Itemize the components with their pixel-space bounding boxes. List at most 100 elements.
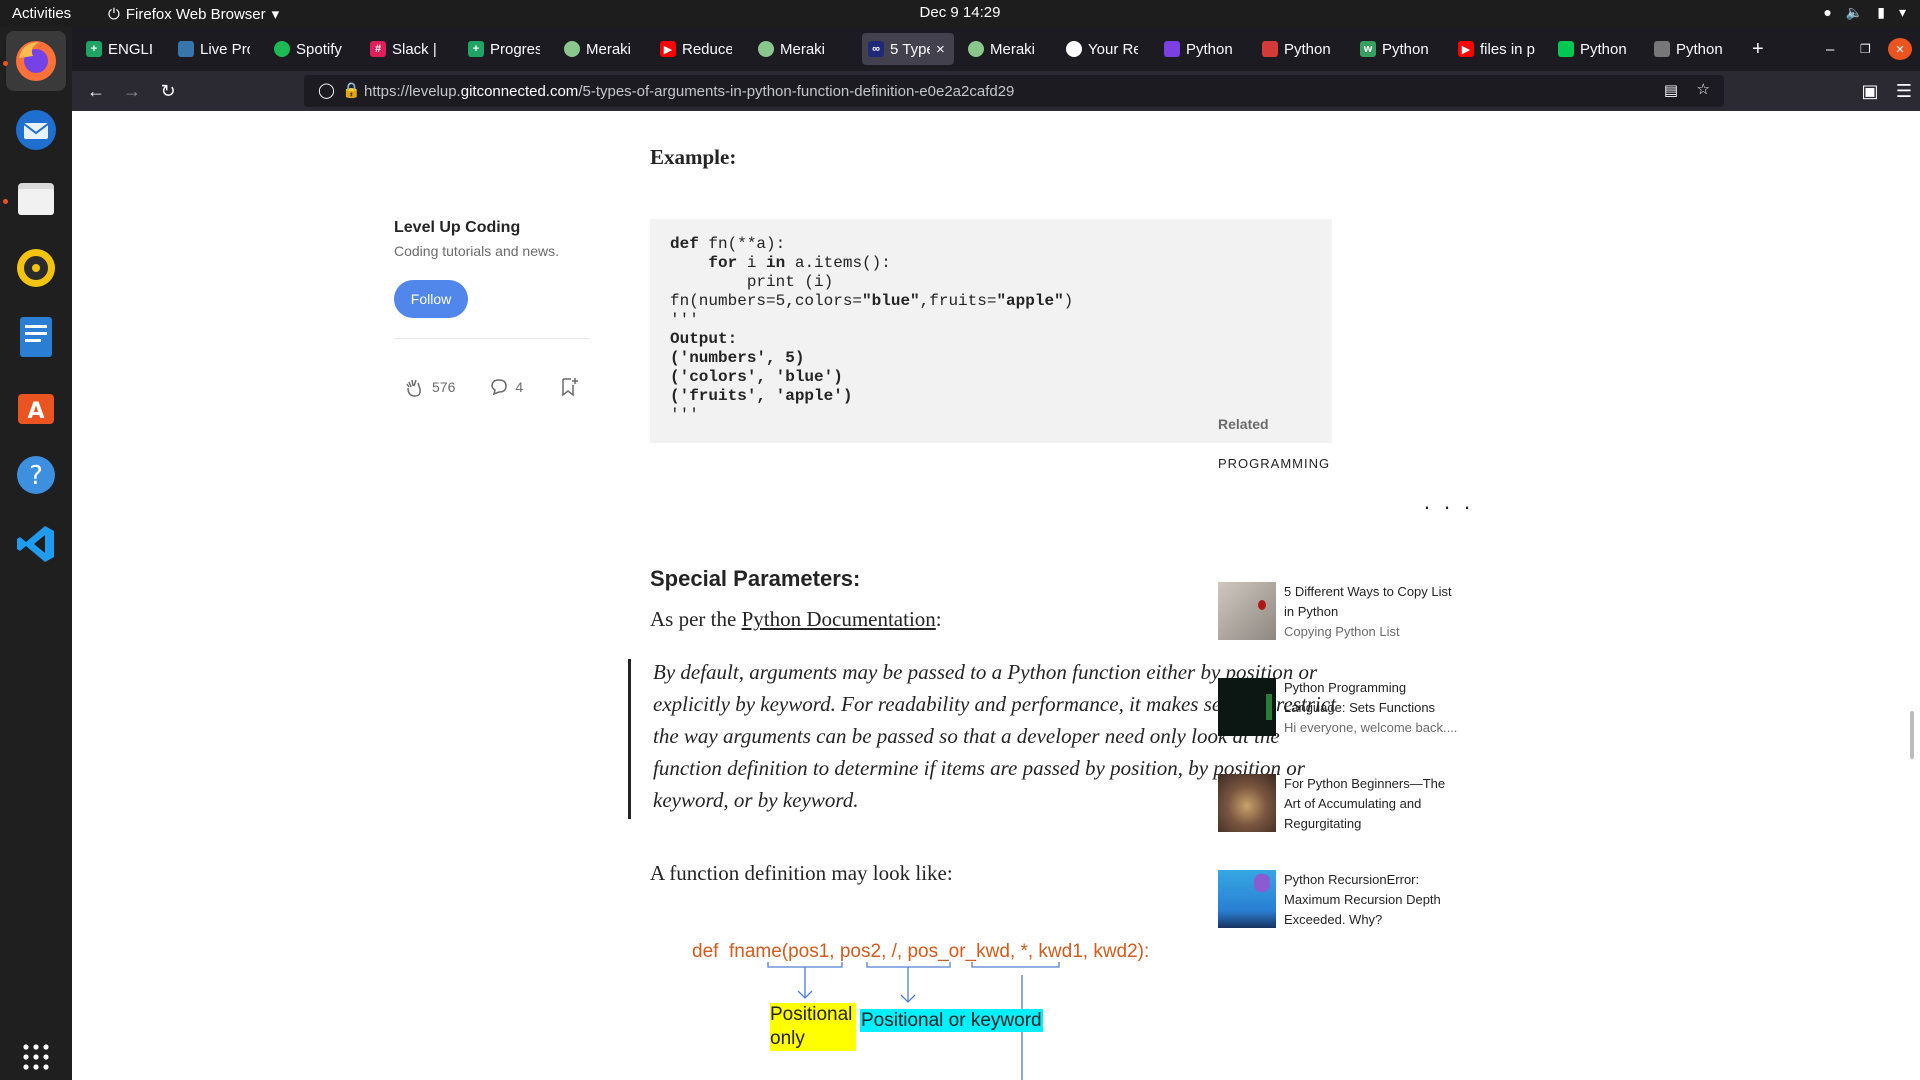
chevron-down-icon: ▾ bbox=[1898, 4, 1906, 20]
related-article[interactable]: Python Programming Language: Sets Functi… bbox=[1218, 678, 1478, 742]
tab[interactable]: +Progress bbox=[462, 33, 546, 65]
dock-thunderbird[interactable] bbox=[6, 100, 66, 160]
dock-software[interactable]: A bbox=[6, 376, 66, 436]
code-line: Output: bbox=[670, 330, 738, 348]
software-center-icon: A bbox=[18, 394, 54, 424]
shield-icon[interactable]: ◯ bbox=[318, 81, 335, 99]
clap-button[interactable]: 576 bbox=[402, 375, 455, 399]
related-heading: Related bbox=[1218, 416, 1269, 432]
example-heading: Example: bbox=[650, 145, 737, 169]
tab[interactable]: Python bbox=[1552, 33, 1636, 65]
bookmark-button[interactable] bbox=[559, 376, 579, 398]
youtube-icon: ▶ bbox=[1458, 41, 1474, 57]
help-icon: ? bbox=[17, 456, 55, 494]
lock-icon[interactable]: 🔒 bbox=[342, 81, 361, 99]
responses-button[interactable]: 4 bbox=[489, 377, 523, 397]
arrow-right-icon: → bbox=[123, 80, 141, 101]
code-line: for i in a.items(): bbox=[708, 254, 891, 272]
sheets-icon: + bbox=[86, 41, 102, 57]
svg-text:?: ? bbox=[29, 461, 43, 491]
writer-icon bbox=[20, 317, 52, 357]
publication-name[interactable]: Level Up Coding bbox=[394, 219, 594, 237]
close-icon: × bbox=[1895, 40, 1905, 58]
python-documentation-link[interactable]: Python Documentation bbox=[742, 607, 936, 631]
follow-button[interactable]: Follow bbox=[394, 280, 468, 318]
restore-button[interactable]: ❐ bbox=[1854, 33, 1878, 65]
dock-files[interactable] bbox=[6, 169, 66, 229]
clock[interactable]: Dec 9 14:29 bbox=[920, 4, 1001, 21]
article-actions: 576 4 bbox=[402, 375, 579, 399]
related-title: Python RecursionError: Maximum Recursion… bbox=[1284, 872, 1441, 927]
spotify-icon bbox=[274, 41, 290, 57]
close-tab-icon[interactable]: × bbox=[936, 41, 945, 58]
related-article[interactable]: 5 Different Ways to Copy List in Python C… bbox=[1218, 582, 1478, 646]
tab[interactable]: Python bbox=[1256, 33, 1340, 65]
python-icon bbox=[1558, 41, 1574, 57]
reload-button[interactable]: ↻ bbox=[156, 79, 180, 103]
code-line: def fn(**a): bbox=[670, 235, 786, 253]
related-subtitle: Hi everyone, welcome back.... bbox=[1284, 720, 1458, 735]
plus-icon: + bbox=[1752, 37, 1764, 60]
code-line: ''' bbox=[670, 406, 699, 424]
page-scrollbar[interactable] bbox=[1910, 711, 1914, 759]
bookmark-star-icon[interactable]: ☆ bbox=[1697, 80, 1710, 98]
back-button[interactable]: ← bbox=[84, 79, 108, 103]
tab[interactable]: Meraki bbox=[962, 33, 1046, 65]
wifi-icon: ● bbox=[1823, 4, 1832, 20]
tab[interactable]: Python bbox=[1648, 33, 1732, 65]
related-article[interactable]: Python RecursionError: Maximum Recursion… bbox=[1218, 870, 1478, 934]
tab[interactable]: Meraki bbox=[752, 33, 836, 65]
python-icon: w bbox=[1360, 41, 1376, 57]
tab-active[interactable]: ∞5 Type× bbox=[862, 33, 954, 65]
related-article[interactable]: For Python Beginners—The Art of Accumula… bbox=[1218, 774, 1478, 838]
show-applications-button[interactable] bbox=[6, 1027, 66, 1080]
reload-icon: ↻ bbox=[160, 80, 176, 101]
close-window-button[interactable]: × bbox=[1888, 38, 1912, 60]
dock-help[interactable]: ? bbox=[6, 445, 66, 505]
tab[interactable]: Live Pro bbox=[172, 33, 256, 65]
menu-button[interactable]: ☰ bbox=[1892, 79, 1916, 103]
dock-firefox[interactable] bbox=[6, 31, 66, 91]
minimize-icon: – bbox=[1826, 40, 1835, 58]
tab[interactable]: Your Re bbox=[1060, 33, 1144, 65]
related-category[interactable]: PROGRAMMING bbox=[1218, 456, 1330, 471]
python-icon bbox=[1262, 41, 1278, 57]
reader-view-icon[interactable]: ▤ bbox=[1664, 81, 1678, 99]
running-indicator bbox=[3, 61, 8, 66]
youtube-icon: ▶ bbox=[660, 41, 676, 57]
pocket-button[interactable]: ▣ bbox=[1858, 79, 1882, 103]
pocket-icon: ▣ bbox=[1861, 80, 1879, 101]
code-line: ('numbers', 5) bbox=[670, 349, 805, 367]
dock-rhythmbox[interactable] bbox=[6, 238, 66, 298]
navigation-toolbar: ← → ↻ ◯ 🔒 https://levelup.gitconnected.c… bbox=[72, 71, 1920, 111]
dock-vscode[interactable] bbox=[6, 514, 66, 574]
tab[interactable]: ▶ Reduce bbox=[654, 33, 738, 65]
system-menu[interactable]: ● 🔈 ▮ ▾ bbox=[1823, 4, 1906, 21]
tab-strip: +ENGLISH Live Pro Spotify #Slack | I +Pr… bbox=[72, 27, 1920, 71]
tab[interactable]: Spotify bbox=[268, 33, 352, 65]
slack-icon: # bbox=[370, 41, 386, 57]
minimize-button[interactable]: – bbox=[1820, 33, 1844, 65]
related-thumbnail bbox=[1218, 870, 1276, 928]
python-icon bbox=[1654, 41, 1670, 57]
tab[interactable]: w Python bbox=[1354, 33, 1438, 65]
app-menu[interactable]: ⏻ Firefox Web Browser ▾ bbox=[108, 5, 279, 24]
tab[interactable]: Meraki bbox=[558, 33, 642, 65]
gnome-top-bar: Activities ⏻ Firefox Web Browser ▾ Dec 9… bbox=[0, 0, 1920, 27]
url-text[interactable]: https://levelup.gitconnected.com/5-types… bbox=[364, 83, 1014, 100]
new-tab-button[interactable]: + bbox=[1746, 33, 1778, 65]
tab[interactable]: ▶ files in p bbox=[1452, 33, 1542, 65]
tab[interactable]: +ENGLISH bbox=[80, 33, 160, 65]
activities-button[interactable]: Activities bbox=[12, 5, 71, 22]
code-block: def fn(**a): for i in a.items(): print (… bbox=[650, 219, 1332, 443]
tab[interactable]: Python bbox=[1158, 33, 1242, 65]
meraki-icon bbox=[968, 41, 984, 57]
url-bar[interactable]: ◯ 🔒 https://levelup.gitconnected.com/5-t… bbox=[304, 75, 1724, 107]
tab[interactable]: # Slack | I bbox=[364, 33, 448, 65]
code-line: fn(numbers=5,colors="blue",fruits="apple… bbox=[670, 292, 1074, 310]
forward-button[interactable]: → bbox=[120, 79, 144, 103]
related-thumbnail bbox=[1218, 678, 1276, 736]
meraki-icon bbox=[758, 41, 774, 57]
dock-writer[interactable] bbox=[6, 307, 66, 367]
related-title: Python Programming Language: Sets Functi… bbox=[1284, 680, 1436, 715]
